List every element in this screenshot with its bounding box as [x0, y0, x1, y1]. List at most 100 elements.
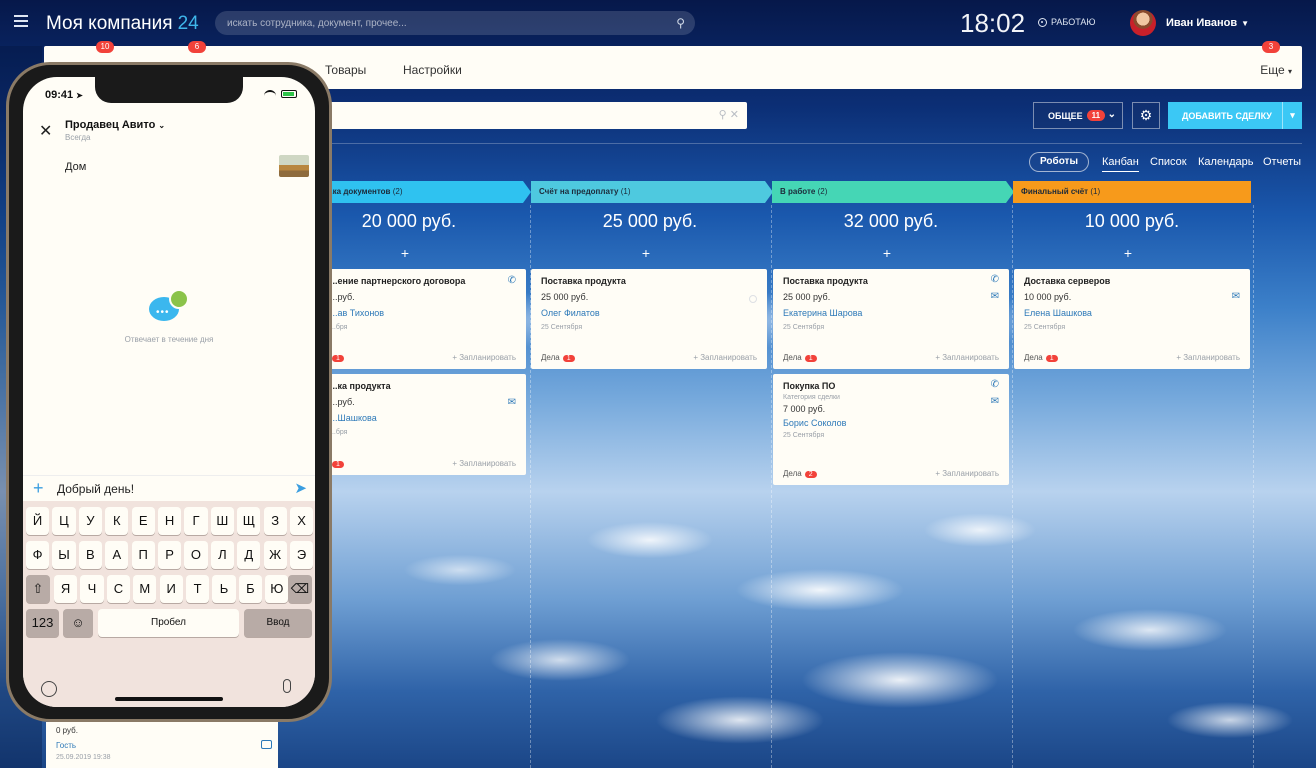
keyboard-key[interactable]: Р	[158, 541, 182, 569]
keyboard-key[interactable]: Ь	[212, 575, 236, 603]
keyboard-key[interactable]: Я	[54, 575, 78, 603]
search-clear-icons[interactable]: ⚲ ✕	[719, 108, 739, 121]
deal-card[interactable]: 0 руб. Гость 25.09.2019 19:38	[46, 722, 278, 768]
chat-subtitle: Всегда	[65, 133, 91, 142]
chat-title[interactable]: Продавец Авито ⌄	[65, 119, 165, 131]
keyboard-enter[interactable]: Ввод	[244, 609, 312, 637]
gear-icon[interactable]: ⚙	[1132, 102, 1160, 129]
keyboard-key[interactable]: 123	[26, 609, 59, 637]
backspace-icon[interactable]: ⌫	[288, 575, 312, 603]
mail-icon[interactable]: ✉	[1232, 291, 1240, 302]
keyboard-key[interactable]: Ш	[210, 507, 234, 535]
keyboard-key[interactable]: Л	[210, 541, 234, 569]
keyboard-key[interactable]: О	[184, 541, 208, 569]
keyboard-key[interactable]: У	[78, 507, 102, 535]
keyboard-key[interactable]: М	[133, 575, 157, 603]
keyboard-key[interactable]: И	[159, 575, 183, 603]
chat-bubble-icon: •••	[149, 289, 189, 321]
listing-title[interactable]: Дом	[65, 161, 86, 173]
globe-icon[interactable]	[41, 681, 57, 697]
avatar[interactable]	[1130, 10, 1156, 36]
keyboard-key[interactable]: Ю	[265, 575, 289, 603]
keyboard-key[interactable]: С	[106, 575, 130, 603]
deal-card[interactable]: Поставка продукта 25 000 руб. Олег Филат…	[531, 269, 767, 369]
plan-activity-link[interactable]: + Запланировать	[452, 459, 516, 468]
tab-kanban[interactable]: Канбан	[1102, 156, 1139, 172]
status-circle-icon[interactable]	[749, 295, 757, 303]
keyboard-key[interactable]: А	[105, 541, 129, 569]
mail-icon[interactable]: ✉	[991, 396, 999, 407]
plan-activity-link[interactable]: + Запланировать	[935, 469, 999, 478]
keyboard-key[interactable]: Д	[237, 541, 261, 569]
add-card-plus-icon[interactable]: +	[1009, 245, 1247, 261]
divider	[330, 143, 1302, 144]
tab-calendar[interactable]: Календарь	[1198, 156, 1254, 168]
phone-icon[interactable]: ✆	[508, 275, 516, 286]
search-icon[interactable]: ⚲	[676, 16, 685, 30]
menu-item-products[interactable]: Товары	[325, 63, 366, 77]
microphone-icon[interactable]	[283, 679, 291, 693]
plan-activity-link[interactable]: + Запланировать	[935, 353, 999, 362]
filter-input[interactable]: ⚲ ✕	[330, 102, 747, 129]
tab-list[interactable]: Список	[1150, 156, 1187, 168]
keyboard-key[interactable]: Х	[290, 507, 314, 535]
attach-plus-icon[interactable]: +	[33, 478, 44, 499]
plan-activity-link[interactable]: + Запланировать	[1176, 353, 1240, 362]
chevron-down-icon[interactable]: ▾	[1282, 102, 1302, 129]
mail-icon[interactable]: ✉	[991, 291, 999, 302]
keyboard-key[interactable]: Ж	[263, 541, 287, 569]
global-search[interactable]: ⚲	[215, 11, 695, 35]
deal-card[interactable]: Доставка серверов 10 000 руб. Елена Шашк…	[1014, 269, 1250, 369]
menu-item-settings[interactable]: Настройки	[403, 63, 462, 77]
keyboard-key[interactable]: Б	[238, 575, 262, 603]
keyboard-key[interactable]: З	[263, 507, 287, 535]
phone-icon[interactable]: ✆	[991, 274, 999, 285]
keyboard-key[interactable]: Г	[184, 507, 208, 535]
deal-card[interactable]: Поставка продукта 25 000 руб. Екатерина …	[773, 269, 1009, 369]
stage-header[interactable]: Счёт на предоплату (1)	[531, 181, 773, 203]
stage-sum: 32 000 руб.	[843, 211, 939, 231]
menu-more[interactable]: Еще ▾	[1260, 63, 1292, 77]
keyboard-space[interactable]: Пробел	[98, 609, 239, 637]
phone-time: 09:41 ➤	[45, 89, 83, 101]
phone-icon[interactable]: ✆	[991, 379, 999, 390]
add-deal-button[interactable]: ДОБАВИТЬ СДЕЛКУ ▾	[1168, 102, 1302, 129]
add-card-plus-icon[interactable]: +	[527, 245, 765, 261]
add-card-plus-icon[interactable]: +	[768, 245, 1006, 261]
keyboard-key[interactable]: Ч	[80, 575, 104, 603]
keyboard-key[interactable]: Э	[290, 541, 314, 569]
keyboard-key[interactable]: Е	[131, 507, 155, 535]
work-status[interactable]: РАБОТАЮ	[1038, 17, 1096, 27]
keyboard-key[interactable]: Ф	[26, 541, 50, 569]
keyboard-key[interactable]: Ы	[52, 541, 76, 569]
keyboard-key[interactable]: Й	[26, 507, 50, 535]
keyboard-key[interactable]: В	[78, 541, 102, 569]
keyboard-key[interactable]: Ц	[52, 507, 76, 535]
search-input[interactable]	[227, 17, 657, 29]
keyboard-key[interactable]: Т	[186, 575, 210, 603]
keyboard-key[interactable]: К	[105, 507, 129, 535]
stage-header[interactable]: Финальный счёт (1)	[1013, 181, 1251, 203]
message-input[interactable]: Добрый день!	[57, 482, 134, 496]
robots-button[interactable]: Роботы	[1029, 152, 1089, 172]
close-icon[interactable]: ✕	[39, 121, 52, 141]
stage-header[interactable]: В работе (2)	[772, 181, 1014, 203]
user-menu[interactable]: Иван Иванов ▼	[1166, 17, 1249, 29]
shift-icon[interactable]: ⇧	[26, 575, 50, 603]
stage-header[interactable]: ...ка документов (2)	[318, 181, 531, 203]
chat-icon[interactable]	[261, 740, 272, 749]
brand-logo[interactable]: Моя компания 24	[46, 13, 199, 35]
general-filter-button[interactable]: ОБЩЕЕ 11 ⌄	[1033, 102, 1123, 129]
emoji-icon[interactable]: ☺	[63, 609, 93, 637]
tab-reports[interactable]: Отчеты	[1263, 156, 1301, 168]
plan-activity-link[interactable]: + Запланировать	[452, 353, 516, 362]
send-icon[interactable]: ➤	[294, 479, 307, 497]
mail-icon[interactable]: ✉	[508, 397, 516, 408]
deal-card[interactable]: Покупка ПО Категория сделки 7 000 руб. Б…	[773, 374, 1009, 485]
plan-activity-link[interactable]: + Запланировать	[693, 353, 757, 362]
keyboard-key[interactable]: Н	[158, 507, 182, 535]
listing-thumbnail[interactable]	[279, 155, 309, 177]
keyboard-key[interactable]: П	[131, 541, 155, 569]
menu-icon[interactable]	[14, 15, 28, 27]
keyboard-key[interactable]: Щ	[237, 507, 261, 535]
